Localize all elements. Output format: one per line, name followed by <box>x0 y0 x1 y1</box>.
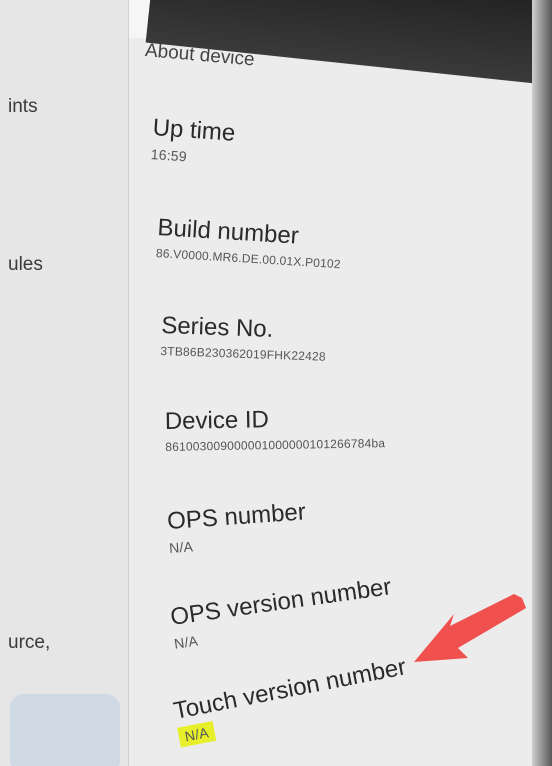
setting-row-up-time: Up time 16:59 <box>150 114 236 168</box>
sidebar-item-accounts[interactable]: ints <box>8 96 38 118</box>
setting-row-ops-number: OPS number N/A <box>166 498 308 556</box>
screen-photo: ints ules urce, About device Up time 16:… <box>0 0 552 766</box>
setting-row-series-no: Series No. 3TB86B230362019FHK22428 <box>160 312 327 364</box>
setting-row-device-id: Device ID 861003009000001000000101266784… <box>165 404 386 454</box>
sidebar-item-modules[interactable]: ules <box>8 254 43 276</box>
red-arrow-icon <box>414 594 526 662</box>
settings-sidebar: ints ules urce, <box>0 0 129 766</box>
sidebar-selected-card[interactable] <box>10 694 120 766</box>
sidebar-item-source[interactable]: urce, <box>8 632 50 654</box>
setting-label: Device ID <box>164 406 270 435</box>
monitor-bezel-side <box>532 0 552 766</box>
setting-label: Series No. <box>160 312 274 343</box>
setting-label: Up time <box>151 114 237 147</box>
